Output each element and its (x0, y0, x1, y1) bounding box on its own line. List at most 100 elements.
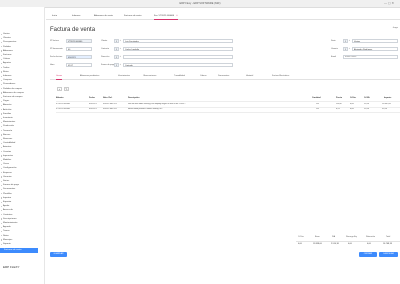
n-factura-field[interactable]: VT2021 000060 (66, 39, 92, 43)
subtab-vencimientos[interactable]: Vencimientos (118, 74, 130, 79)
direccion-field[interactable] (123, 55, 233, 59)
sidebar-item[interactable]: Formas de pago (3, 184, 19, 186)
sidebar-item-active[interactable]: Facturas de venta (0, 248, 38, 253)
subtab-historial[interactable]: Historial (246, 74, 253, 79)
col-descripcion[interactable]: Descripción (128, 97, 139, 99)
sidebar-item[interactable]: Usuarios (3, 176, 12, 178)
subtab-cobros[interactable]: Cobros (200, 74, 206, 79)
sidebar-item[interactable]: Rutas (3, 71, 9, 73)
col-albaran[interactable]: Albarán (56, 97, 63, 99)
sidebar-item[interactable]: Pedidos (3, 46, 11, 48)
sidebar-item[interactable]: Informes (3, 75, 12, 77)
sidebar-item[interactable]: Configuración (3, 167, 17, 169)
sidebar-item[interactable]: Artículos (3, 109, 12, 111)
sidebar-item[interactable]: Cuentas (3, 151, 11, 153)
tab-informes[interactable]: Informes (72, 13, 81, 19)
hora-field[interactable]: 09:57 (66, 63, 92, 67)
sidebar-item[interactable]: Contratos (3, 214, 12, 216)
col-cantidad[interactable]: Cantidad (312, 97, 321, 99)
n-documento-field[interactable]: 60 (66, 47, 92, 51)
sidebar-item[interactable]: Remesas (3, 138, 12, 140)
sidebar-item[interactable]: Cierre (3, 163, 9, 165)
sidebar-item[interactable]: Facturas (3, 54, 12, 56)
sidebar-item[interactable]: Empresa (3, 172, 12, 174)
sidebar-item[interactable]: Producción (3, 125, 14, 127)
search-icon[interactable]: ⌕ (119, 39, 122, 43)
sidebar-item[interactable]: Mensajes (3, 239, 12, 241)
search-icon[interactable]: ⌕ (119, 47, 122, 51)
tab-inicio[interactable]: Inicio (52, 13, 57, 19)
sidebar-item[interactable]: Tareas (3, 230, 10, 232)
serie-field[interactable]: Ventas (352, 39, 398, 43)
tab-albaranes[interactable]: Albaranes de venta (94, 13, 113, 19)
sidebar-item[interactable]: Soporte (3, 243, 11, 245)
sidebar-item[interactable]: Series (3, 180, 9, 182)
sidebar-item[interactable]: Compras (3, 79, 12, 81)
sidebar-item[interactable]: Agentes (3, 62, 11, 64)
usuario-field[interactable]: Alejandro Rodríguez (352, 47, 398, 51)
col-fecha[interactable]: Fecha (89, 97, 95, 99)
sidebar-item[interactable]: Tarifas (3, 67, 9, 69)
sidebar-item[interactable]: Mantenimiento (3, 222, 17, 224)
sidebar-item[interactable]: Cobros (3, 58, 10, 60)
fecha-factura-field[interactable]: 05/01/21 (66, 55, 92, 59)
sidebar-item[interactable]: Importar (3, 197, 11, 199)
sidebar-item[interactable]: Clientes (3, 37, 11, 39)
sidebar-item[interactable]: Asientos (3, 146, 11, 148)
close-icon[interactable]: ✕ (176, 15, 178, 17)
sidebar-item[interactable]: Albaranes de compra (3, 92, 24, 94)
col-iva[interactable]: % IVA (364, 97, 370, 99)
subtab-factura-electronica[interactable]: Factura Electrónica (272, 74, 289, 79)
contacto-name-field[interactable]: Carlos Londoño (123, 47, 233, 51)
subtab-observaciones[interactable]: Observaciones (143, 74, 156, 79)
col-precio[interactable]: Precio (336, 97, 342, 99)
sidebar-item[interactable]: Plantillas (3, 193, 12, 195)
cliente-name-field[interactable]: Luis Fernández (123, 39, 233, 43)
subtab-trazabilidad[interactable]: Trazabilidad (174, 74, 185, 79)
sidebar-item[interactable]: Agenda (3, 226, 11, 228)
search-icon[interactable]: ⌕ (119, 63, 122, 67)
sidebar-item[interactable]: Documentos (3, 188, 15, 190)
sidebar-item[interactable]: Tesorería (3, 130, 12, 132)
subtab-albaranes-pendientes[interactable]: Albaranes pendientes (80, 74, 99, 79)
sidebar-item[interactable]: Proveedores (3, 83, 15, 85)
subtab-documentos[interactable]: Documentos (218, 74, 229, 79)
sidebar-item[interactable]: Notas (3, 235, 9, 237)
sidebar-item[interactable]: Exportar (3, 201, 11, 203)
sidebar-item[interactable]: Pagos (3, 100, 9, 102)
search-icon[interactable]: ⌕ (348, 47, 351, 51)
search-icon[interactable]: ⌕ (348, 39, 351, 43)
sidebar-item[interactable]: Albaranes (3, 50, 13, 52)
tab-facturas[interactable]: Facturas de venta (124, 13, 142, 19)
forma-pago-field[interactable]: Contado (123, 63, 233, 67)
search-icon[interactable]: ⌕ (119, 55, 122, 59)
sidebar-item[interactable]: Modelos (3, 159, 11, 161)
subtab-lineas[interactable]: Líneas (56, 74, 63, 80)
sidebar-item[interactable]: Presupuestos (3, 41, 16, 43)
col-importe[interactable]: Importe (384, 97, 391, 99)
close-button[interactable]: CERRAR (359, 252, 377, 257)
sidebar-item[interactable]: Inventario (3, 117, 13, 119)
sidebar-item[interactable]: Pedidos de compra (3, 88, 22, 90)
sidebar-item[interactable]: Contabilidad (3, 142, 15, 144)
save-button[interactable]: GUARDAR (50, 252, 67, 257)
sidebar-item[interactable]: Movimientos (3, 121, 15, 123)
sidebar-item[interactable]: Ayuda (3, 205, 9, 207)
sidebar-item[interactable]: Impuestos (3, 155, 13, 157)
sidebar-item[interactable]: Acerca de (3, 209, 13, 211)
sidebar-item[interactable]: Facturas de compra (3, 96, 22, 98)
email-field[interactable] (343, 55, 398, 59)
sidebar-item[interactable]: Ventas (3, 33, 10, 35)
user-label[interactable]: Jorge (393, 27, 398, 29)
edit-line-button[interactable]: ✎ (64, 87, 69, 91)
sidebar-item[interactable]: Bancos (3, 134, 10, 136)
add-line-button[interactable]: + (57, 87, 62, 91)
window-controls[interactable]: — ▢ ✕ (384, 1, 394, 5)
col-num-ref[interactable]: Núm. Ref. (103, 97, 112, 99)
sidebar-item[interactable]: Almacén (3, 104, 12, 106)
cancel-button[interactable]: CANCELAR (379, 252, 398, 257)
tab-factura-active[interactable]: Fra. VT2021 000060 ✕ (154, 13, 178, 20)
sidebar-item[interactable]: Familias (3, 113, 11, 115)
sidebar-item[interactable]: Suscripciones (3, 218, 17, 220)
col-dto[interactable]: % Dto. (350, 97, 356, 99)
